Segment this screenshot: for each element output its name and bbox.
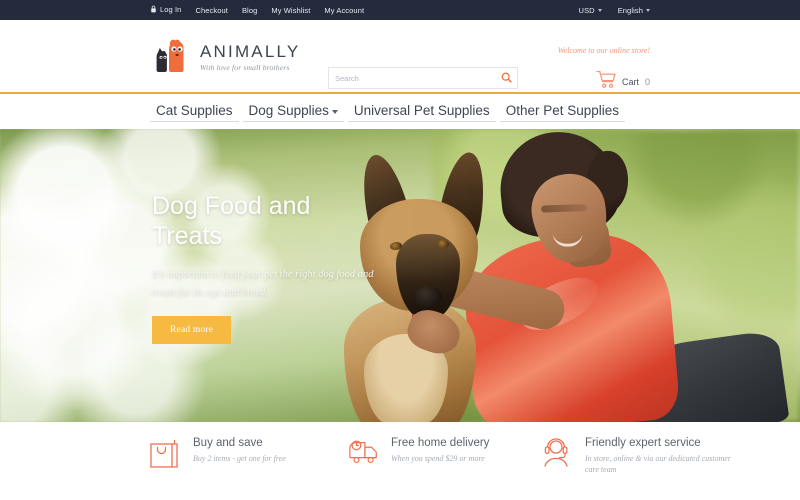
nav-item-cat-supplies-label: Cat Supplies bbox=[156, 103, 233, 118]
welcome-message: Welcome to our online store! bbox=[557, 46, 650, 55]
chevron-down-icon bbox=[331, 110, 338, 114]
feature-friendly-expert-service-title: Friendly expert service bbox=[585, 437, 701, 449]
cart-link[interactable]: Cart 0 bbox=[596, 70, 650, 94]
currency-selector-label: USD bbox=[578, 5, 595, 15]
topbar-link-login-label: Log In bbox=[160, 5, 182, 14]
feature-free-home-delivery-title: Free home delivery bbox=[391, 437, 490, 449]
nav-item-other-pet-supplies-label: Other Pet Supplies bbox=[505, 103, 620, 118]
lock-icon bbox=[150, 5, 157, 15]
hero-overlay bbox=[0, 129, 800, 422]
search-bar[interactable] bbox=[328, 67, 518, 89]
features-strip: Buy and save Buy 2 items - get one for f… bbox=[0, 422, 800, 500]
feature-friendly-expert-service-subtitle: In store, online & via our dedicated cus… bbox=[585, 454, 731, 474]
search-icon bbox=[501, 71, 512, 86]
top-utility-bar-inner: Log In Checkout Blog My Wishlist My Acco… bbox=[0, 5, 800, 15]
cart-label: Cart bbox=[621, 77, 639, 87]
site-logo-name: ANIMALLY bbox=[200, 41, 301, 61]
topbar-link-login[interactable]: Log In bbox=[150, 5, 181, 15]
site-logo-tagline: With love for small brothers bbox=[200, 62, 290, 72]
feature-free-home-delivery: Free home delivery When you spend $29 or… bbox=[348, 436, 518, 472]
topbar-link-my-wishlist[interactable]: My Wishlist bbox=[271, 6, 310, 15]
hero-content: Dog Food and Treats It's important to fe… bbox=[152, 191, 382, 344]
feature-free-home-delivery-subtitle: When you spend $29 or more bbox=[391, 454, 485, 463]
feature-buy-and-save-title: Buy and save bbox=[193, 437, 263, 449]
search-button[interactable] bbox=[495, 68, 517, 88]
search-input[interactable] bbox=[329, 68, 495, 88]
hero-banner: Dog Food and Treats It's important to fe… bbox=[0, 129, 800, 422]
site-header: ANIMALLY With love for small brothers We… bbox=[0, 20, 800, 92]
feature-friendly-expert-service-text: Friendly expert service In store, online… bbox=[585, 436, 735, 475]
feature-buy-and-save: Buy and save Buy 2 items - get one for f… bbox=[150, 436, 320, 474]
cat-and-dog-logo-icon bbox=[150, 36, 192, 76]
hero-title: Dog Food and Treats bbox=[152, 192, 311, 250]
feature-buy-and-save-subtitle: Buy 2 items - get one for free bbox=[193, 454, 286, 463]
nav-item-other-pet-supplies[interactable]: Other Pet Supplies bbox=[499, 101, 626, 122]
nav-item-dog-supplies[interactable]: Dog Supplies bbox=[242, 101, 344, 122]
top-utility-links: Log In Checkout Blog My Wishlist My Acco… bbox=[150, 5, 364, 15]
feature-buy-and-save-text: Buy and save Buy 2 items - get one for f… bbox=[193, 436, 343, 464]
topbar-link-checkout[interactable]: Checkout bbox=[195, 6, 228, 15]
delivery-truck-icon bbox=[348, 437, 380, 472]
feature-free-home-delivery-text: Free home delivery When you spend $29 or… bbox=[391, 436, 541, 464]
chevron-down-icon bbox=[646, 8, 650, 12]
hero-read-more-button[interactable]: Read more bbox=[152, 316, 232, 344]
main-navigation: Cat Supplies Dog Supplies Universal Pet … bbox=[0, 92, 800, 129]
nav-item-cat-supplies[interactable]: Cat Supplies bbox=[150, 101, 239, 122]
nav-item-dog-supplies-label: Dog Supplies bbox=[248, 103, 329, 118]
feature-friendly-expert-service: Friendly expert service In store, online… bbox=[542, 436, 731, 475]
site-header-inner: ANIMALLY With love for small brothers We… bbox=[0, 20, 800, 92]
top-utility-selectors: USD English bbox=[579, 6, 650, 15]
language-selector-label: English bbox=[617, 5, 643, 15]
site-logo[interactable]: ANIMALLY With love for small brothers bbox=[150, 36, 300, 76]
headset-support-icon bbox=[542, 437, 574, 474]
site-logo-text: ANIMALLY With love for small brothers bbox=[200, 41, 300, 72]
chevron-down-icon bbox=[597, 8, 602, 12]
hero-description: It's important to feed your pet the righ… bbox=[152, 269, 374, 298]
cart-count: 0 bbox=[644, 77, 650, 87]
nav-item-universal-pet-supplies-label: Universal Pet Supplies bbox=[353, 103, 490, 118]
nav-item-universal-pet-supplies[interactable]: Universal Pet Supplies bbox=[347, 101, 496, 122]
shopping-bag-icon bbox=[150, 437, 182, 474]
top-utility-bar: Log In Checkout Blog My Wishlist My Acco… bbox=[0, 0, 800, 20]
main-navigation-inner: Cat Supplies Dog Supplies Universal Pet … bbox=[0, 101, 800, 122]
language-selector[interactable]: English bbox=[618, 6, 650, 15]
currency-selector[interactable]: USD bbox=[579, 6, 602, 15]
topbar-link-blog[interactable]: Blog bbox=[242, 6, 257, 15]
topbar-link-my-account[interactable]: My Account bbox=[324, 6, 364, 15]
shopping-cart-icon bbox=[596, 70, 616, 94]
